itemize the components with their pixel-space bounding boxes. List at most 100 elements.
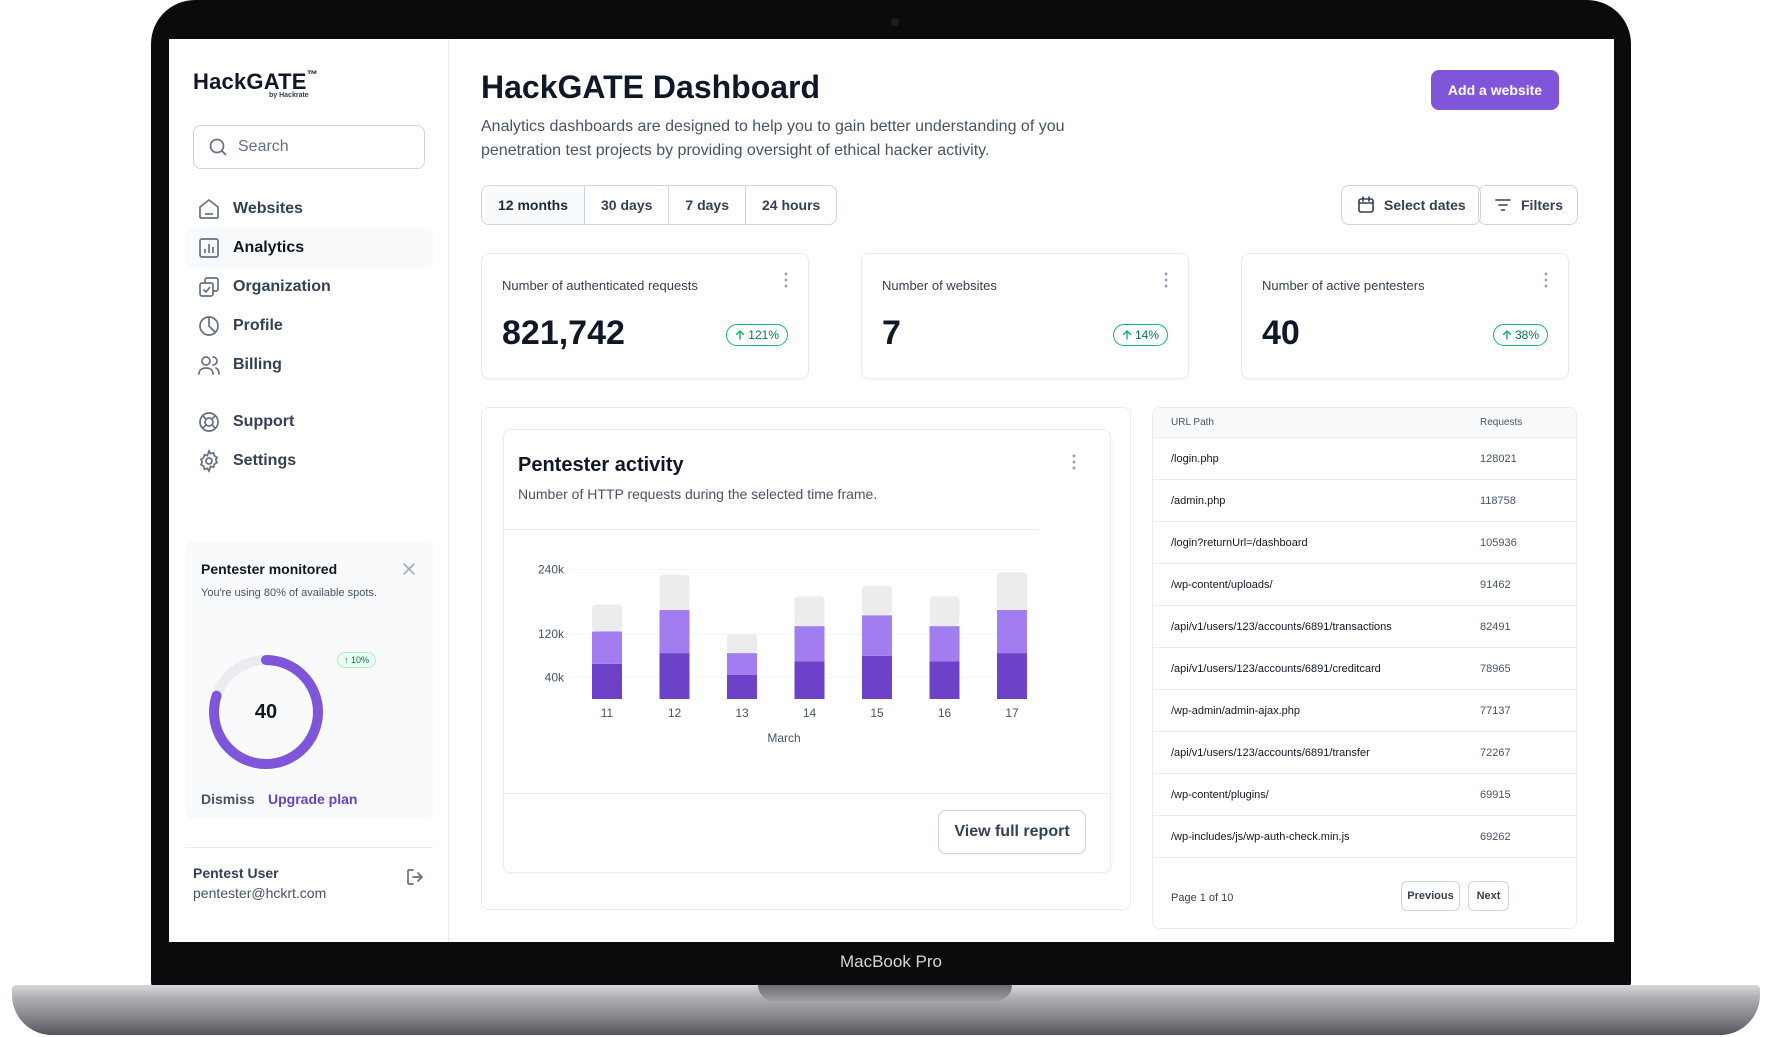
sidebar-item-settings[interactable]: Settings <box>185 441 433 481</box>
bar-segment[interactable] <box>794 661 825 699</box>
range-12-months[interactable]: 12 months <box>482 186 586 224</box>
bar-segment[interactable] <box>794 626 825 662</box>
table-row[interactable]: /api/v1/users/123/accounts/6891/creditca… <box>1153 648 1576 690</box>
stat-change-badge: 38% <box>1492 324 1548 346</box>
upgrade-plan-button[interactable]: Upgrade plan <box>268 791 357 807</box>
table-row[interactable]: /api/v1/users/123/accounts/6891/transfer… <box>1153 732 1576 774</box>
usage-card: Pentester monitored You're using 80% of … <box>185 541 433 819</box>
bar-segment[interactable] <box>592 604 622 632</box>
camera <box>891 18 899 26</box>
bar-segment[interactable] <box>727 634 757 654</box>
stat-change-value: 14% <box>1134 328 1159 342</box>
range-24-hours[interactable]: 24 hours <box>746 186 836 224</box>
select-dates-label: Select dates <box>1384 197 1466 213</box>
sidebar-item-analytics[interactable]: Analytics <box>185 228 433 268</box>
url-path-cell: /wp-admin/admin-ajax.php <box>1171 704 1301 717</box>
column-header-requests[interactable]: Requests <box>1478 417 1522 428</box>
stat-change-value: 121% <box>748 328 779 342</box>
bar-segment[interactable] <box>997 572 1027 610</box>
sidebar-item-label: Organization <box>233 278 331 295</box>
sidebar-item-profile[interactable]: Profile <box>185 306 433 346</box>
sidebar-item-organization[interactable]: Organization <box>185 267 433 307</box>
bar-segment[interactable] <box>659 609 690 654</box>
arrow-up-icon <box>1502 330 1512 340</box>
chart-panel: Pentester activity Number of HTTP reques… <box>481 407 1131 910</box>
user-name: Pentest User <box>193 865 279 881</box>
sidebar-item-websites[interactable]: Websites <box>185 189 433 229</box>
bar-segment[interactable] <box>929 626 960 662</box>
life-buoy-icon <box>199 412 219 432</box>
bar-segment[interactable] <box>727 653 757 675</box>
more-vertical-icon[interactable] <box>784 272 788 288</box>
requests-cell: 69262 <box>1480 830 1511 843</box>
sidebar-item-support[interactable]: Support <box>185 402 433 442</box>
bar-segment[interactable] <box>659 574 690 610</box>
table-body: /login.php 128021/admin.php 118758/login?r… <box>1153 438 1576 858</box>
requests-cell: 77137 <box>1480 704 1511 717</box>
range-7-days[interactable]: 7 days <box>669 186 746 224</box>
y-tick-label: 120k <box>538 627 565 641</box>
sidebar-item-label: Billing <box>233 356 282 373</box>
table-row[interactable]: /wp-includes/js/wp-auth-check.min.js 6926… <box>1153 816 1576 858</box>
add-website-button[interactable]: Add a website <box>1431 70 1559 110</box>
search-icon <box>209 138 227 156</box>
filter-icon <box>1495 199 1511 211</box>
bar-segment[interactable] <box>592 663 622 699</box>
bar-segment[interactable] <box>997 609 1027 654</box>
close-icon[interactable] <box>401 561 417 577</box>
search-input[interactable]: Search <box>193 125 425 169</box>
select-dates-button[interactable]: Select dates <box>1341 185 1481 225</box>
x-tick-label: 13 <box>735 706 749 720</box>
table-row[interactable]: /wp-admin/admin-ajax.php 77137 <box>1153 690 1576 732</box>
next-page-button[interactable]: Next <box>1468 881 1509 911</box>
table-row[interactable]: /wp-content/plugins/69915 <box>1153 774 1576 816</box>
url-path-cell: /wp-includes/js/wp-auth-check.min.js <box>1171 830 1350 843</box>
stat-change-badge: 14% <box>1112 324 1168 346</box>
gear-icon <box>199 449 219 473</box>
device-label: MacBook Pro <box>839 952 943 971</box>
bar-segment[interactable] <box>659 653 690 699</box>
chart-title: Pentester activity <box>518 454 684 476</box>
stat-label: Number of authenticated requests <box>502 278 698 293</box>
pie-chart-icon <box>199 316 219 336</box>
bar-segment[interactable] <box>727 674 757 699</box>
bar-segment[interactable] <box>862 615 892 656</box>
table-row[interactable]: /admin.php 118758 <box>1153 480 1576 522</box>
column-header-url-path[interactable]: URL Path <box>1153 417 1478 428</box>
bar-segment[interactable] <box>929 661 960 699</box>
x-tick-label: 16 <box>938 706 952 720</box>
x-tick-label: 17 <box>1005 706 1019 720</box>
requests-cell: 82491 <box>1480 620 1511 633</box>
bar-segment[interactable] <box>929 596 960 627</box>
bar-segment[interactable] <box>862 655 892 699</box>
table-row[interactable]: /login.php 128021 <box>1153 438 1576 480</box>
table-row[interactable]: /api/v1/users/123/accounts/6891/transact… <box>1153 606 1576 648</box>
previous-page-button[interactable]: Previous <box>1401 881 1460 911</box>
more-vertical-icon[interactable] <box>1544 272 1548 288</box>
table-row[interactable]: /wp-content/uploads/91462 <box>1153 564 1576 606</box>
bar-segment[interactable] <box>794 596 825 627</box>
x-tick-label: 12 <box>668 706 682 720</box>
sidebar-item-billing[interactable]: Billing <box>185 345 433 385</box>
bar-segment[interactable] <box>997 653 1027 699</box>
more-vertical-icon[interactable] <box>1072 454 1076 470</box>
url-path-cell: /wp-content/plugins/ <box>1171 788 1269 801</box>
requests-cell: 105936 <box>1480 536 1517 549</box>
logout-icon[interactable] <box>405 867 425 887</box>
bar-segment[interactable] <box>592 631 622 664</box>
more-vertical-icon[interactable] <box>1164 272 1168 288</box>
dismiss-button[interactable]: Dismiss <box>201 791 255 807</box>
usage-card-subtitle: You're using 80% of available spots. <box>201 587 377 599</box>
requests-cell: 69915 <box>1480 788 1511 801</box>
view-full-report-button[interactable]: View full report <box>938 810 1086 854</box>
y-tick-label: 40k <box>545 670 565 684</box>
range-30-days[interactable]: 30 days <box>585 186 670 224</box>
sidebar-item-label: Profile <box>233 317 283 334</box>
sidebar-item-label: Support <box>233 413 295 430</box>
url-path-cell: /admin.php <box>1171 494 1226 507</box>
sidebar-item-label: Websites <box>233 200 303 217</box>
filters-button[interactable]: Filters <box>1478 185 1579 225</box>
stat-change-badge: 121% <box>726 324 788 346</box>
bar-segment[interactable] <box>862 585 892 616</box>
table-row[interactable]: /login?returnUrl=/dashboard 105936 <box>1153 522 1576 564</box>
